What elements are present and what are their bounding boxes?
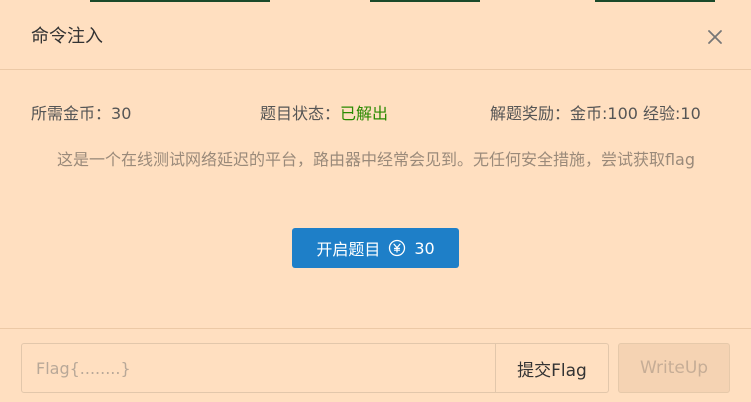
modal-header: 命令注入 [0, 0, 751, 70]
reward-info: 解题奖励：金币:100 经验:10 [490, 103, 701, 125]
status-info: 题目状态：已解出 [260, 103, 388, 125]
start-button-cost: 30 [414, 238, 435, 258]
modal-body: 所需金币：30 题目状态：已解出 解题奖励：金币:100 经验:10 这是一个在… [0, 70, 751, 328]
challenge-modal: 命令注入 所需金币：30 题目状态：已解出 解题奖励：金币:100 经验:10 … [0, 0, 751, 402]
status-value: 已解出 [340, 104, 389, 123]
start-button-label: 开启题目 [316, 240, 381, 259]
cost-label: 所需金币： [31, 104, 112, 123]
status-label: 题目状态： [260, 104, 341, 123]
flag-input[interactable] [21, 343, 496, 393]
modal-footer: 提交Flag WriteUp [0, 328, 751, 402]
challenge-description: 这是一个在线测试网络延迟的平台，路由器中经常会见到。无任何安全措施，尝试获取fl… [56, 150, 696, 169]
submit-flag-button[interactable]: 提交Flag [495, 343, 609, 393]
modal-title: 命令注入 [31, 26, 103, 47]
yuan-coin-icon [389, 239, 406, 257]
close-button[interactable] [700, 22, 730, 52]
cost-value: 30 [111, 104, 132, 123]
cost-info: 所需金币：30 [31, 103, 131, 125]
start-challenge-button[interactable]: 开启题目 30 [292, 228, 459, 268]
reward-label: 解题奖励： [490, 104, 571, 123]
writeup-button[interactable]: WriteUp [618, 343, 730, 393]
reward-value: 金币:100 经验:10 [570, 104, 701, 123]
close-icon [708, 30, 722, 44]
